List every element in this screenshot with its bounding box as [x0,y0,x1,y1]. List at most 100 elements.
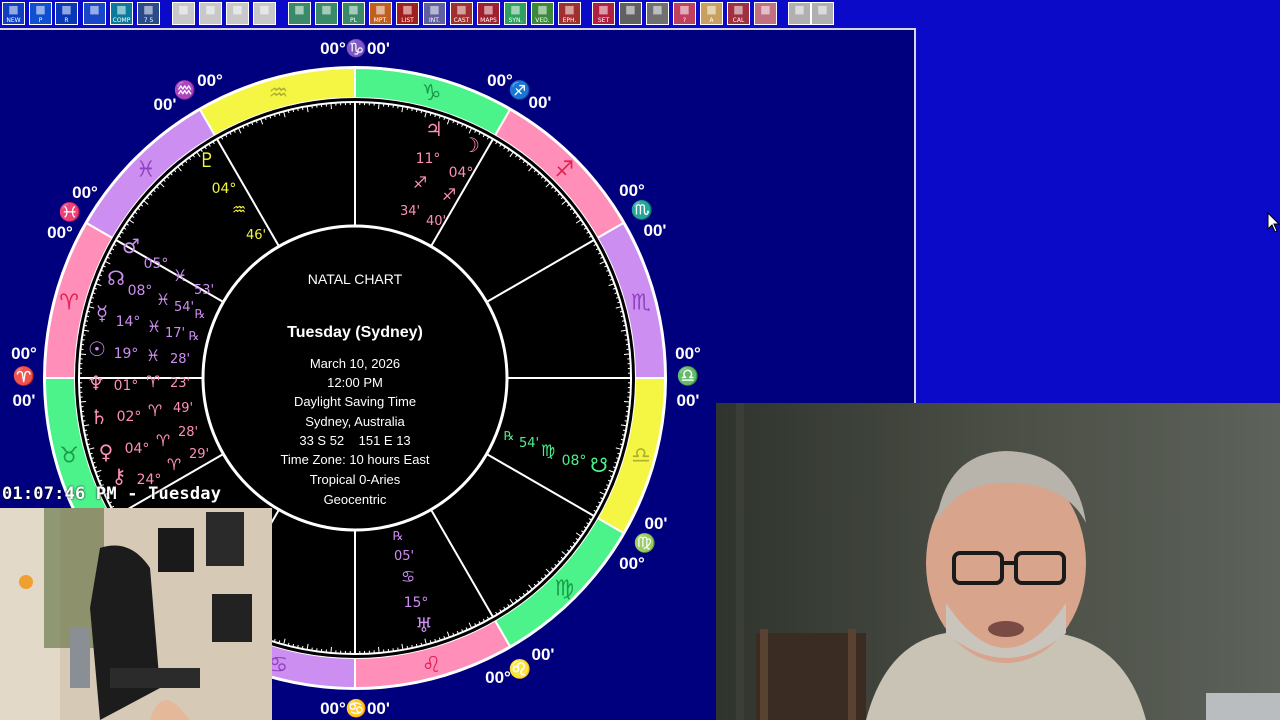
chart-place: Sydney, Australia [305,414,405,429]
numerology-icon: ■ [143,3,154,16]
toolbar-progressed-button[interactable]: ■ P [29,2,52,25]
planet-moon-glyph: ☽ [462,133,480,157]
toolbar-settings-button[interactable]: ■ SET [592,2,615,25]
toolbar-new-chart-button[interactable]: ■ NEW [2,2,25,25]
toolbar-button-label: VED. [535,17,550,24]
toolbar-tools-button[interactable]: ■ [646,2,669,25]
toolbar-button-label: INT. [428,17,441,24]
toolbar-button-label: P [38,17,43,24]
toolbar-button-label: SYN. [508,17,523,24]
planet-uranus-sign: ♋ [401,567,415,586]
zoom-out-icon: ■ [817,3,828,16]
cusp-6-glyph-label: ♍ [634,532,656,553]
chart-time: 12:00 PM [327,375,383,390]
planet-south-node-sign: ♍ [541,441,555,460]
toolbar-copy-button[interactable]: ■ [172,2,195,25]
toolbar-vedic-button[interactable]: ■ VED. [531,2,554,25]
pen-icon: ■ [760,3,771,16]
planet-saturn-glyph: ♄ [90,405,108,429]
toolbar-pen-button[interactable]: ■ [754,2,777,25]
cusp-1-deg-label: 00° [11,344,37,363]
toolbar-interpretation-button[interactable]: ■ INT. [423,2,446,25]
planet-uranus-deg: 15° [404,595,429,611]
toolbar-clock-button[interactable]: ■ [619,2,642,25]
planet-venus-sign: ♈ [156,431,170,450]
cusp-5-min-label: 00° [485,668,511,687]
toolbar-maps-button[interactable]: ■ MAPS [477,2,500,25]
planet-saturn-deg: 02° [117,409,142,425]
planets-icon: ■ [348,3,359,16]
toolbar-transit-button[interactable]: ■ [83,2,106,25]
sign-glyph-scorpio: ♏ [631,290,651,315]
sign-glyph-capricorn: ♑ [422,81,442,106]
new-chart-icon: ■ [8,3,19,16]
planet-mercury-glyph: ☿ [96,301,108,325]
toolbar-font-button[interactable]: ■ A [700,2,723,25]
settings-icon: ■ [598,3,609,16]
toolbar-composite-button[interactable]: ■ COMP [110,2,133,25]
planet-uranus-min: 05' [394,549,414,564]
toolbar-return-button[interactable]: ■ R [55,2,78,25]
toolbar-list-button[interactable]: ■ LIST [396,2,419,25]
cusp-9-min-label: 00' [529,93,552,112]
toolbar-ephemeris-button[interactable]: ■ EPH. [558,2,581,25]
toolbar-button-label: ? [682,17,687,24]
cusp-11-min-label: 00' [154,95,177,114]
planet-moon-min: 40' [426,214,446,229]
planet-node-min: 54' [174,300,194,315]
toolbar-zoom-in-button[interactable]: ■ [788,2,811,25]
planet-uranus-glyph: ♅ [415,613,433,637]
list-icon: ■ [402,3,413,16]
planet-south-node-deg: 08° [562,453,587,469]
planet-node-retro: ℞ [195,307,206,321]
toolbar-help-button[interactable]: ■? [673,2,696,25]
planet-chiron-sign: ♈ [167,455,181,474]
sign-glyph-leo: ♌ [422,653,442,678]
planet-pluto-glyph: ♇ [198,148,216,172]
cusp-8-deg-label: 00° [619,181,645,200]
sign-glyph-aries: ♈ [59,290,79,315]
toolbar-button-label: A [709,17,714,24]
toolbar-midpoints-button[interactable]: ■ MPT. [369,2,392,25]
cusp-11-deg-label: 00° [197,71,223,90]
toolbar-numerology-button[interactable]: ■ 7 5 [137,2,160,25]
toolbar-button-label: EPH. [562,17,577,24]
toolbar-wheel-button[interactable]: ■ [288,2,311,25]
toolbar-print-button[interactable]: ■ [226,2,249,25]
planet-neptune-glyph: ♆ [87,371,105,395]
planet-south-node-retro: ℞ [504,429,515,443]
toolbar-save-button[interactable]: ■ [199,2,222,25]
toolbar-button-label: MAPS [480,17,497,24]
planet-mercury-min: 17' [165,326,185,341]
tools-icon: ■ [652,3,663,16]
cusp-11-glyph-label: ♒ [174,79,196,100]
toolbar-cast-button[interactable]: ■ CAST [450,2,473,25]
planet-moon-deg: 04° [449,165,474,181]
toolbar-zoom-out-button[interactable]: ■ [811,2,834,25]
cusp-10-top-label: 00°♑00' [320,38,390,58]
toolbar-biwheel-button[interactable]: ■ [315,2,338,25]
vedic-icon: ■ [537,3,548,16]
toolbar-synastry-button[interactable]: ■ SYN. [504,2,527,25]
return-icon: ■ [61,3,72,16]
planet-south-node-glyph: ☋ [590,453,608,477]
sign-glyph-libra: ♎ [631,444,651,469]
toolbar-planets-button[interactable]: ■ PL [342,2,365,25]
chart-name: Tuesday (Sydney) [287,324,423,341]
planet-south-node-min: 54' [519,436,539,451]
planet-mars-sign: ♓ [173,266,187,285]
toolbar-button-label: CAL [732,17,745,24]
chart-timezone: Time Zone: 10 hours East [280,452,429,467]
planet-moon-sign: ♐ [442,185,456,204]
cusp-4-bottom-label: 00°♋00' [320,698,390,718]
toolbar-calendar-button[interactable]: ■ CAL [727,2,750,25]
cusp-6-deg-label: 00' [645,514,668,533]
cusp-7-glyph-label: ♎ [677,365,699,386]
toolbar-message-button[interactable]: ■ [253,2,276,25]
midpoints-icon: ■ [375,3,386,16]
cusp-6-min-label: 00° [619,554,645,573]
planet-pluto-deg: 04° [212,181,237,197]
planet-chiron-min: 29' [189,447,209,462]
mouse-cursor-icon [1267,212,1280,233]
sign-glyph-pisces: ♓ [136,158,156,183]
